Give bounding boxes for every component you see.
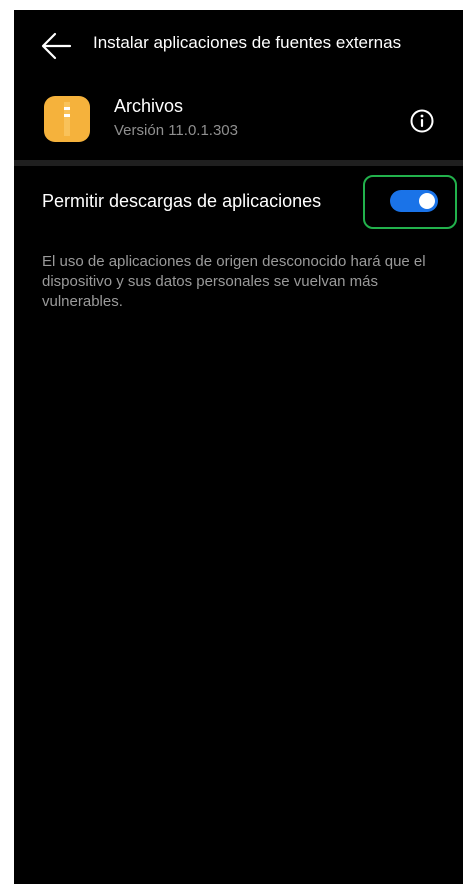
section-divider xyxy=(14,160,463,166)
back-button[interactable] xyxy=(36,26,76,66)
allow-downloads-row[interactable]: Permitir descargas de aplicaciones xyxy=(14,175,463,229)
security-warning-text: El uso de aplicaciones de origen descono… xyxy=(42,253,426,310)
arrow-left-icon xyxy=(41,32,72,60)
settings-screen: Instalar aplicaciones de fuentes externa… xyxy=(14,10,463,884)
allow-downloads-label: Permitir descargas de aplicaciones xyxy=(42,191,322,211)
info-circle-icon xyxy=(410,109,434,133)
page-title: Instalar aplicaciones de fuentes externa… xyxy=(93,33,402,52)
app-name: Archivos xyxy=(114,96,184,116)
allow-downloads-toggle[interactable] xyxy=(390,190,438,212)
top-app-bar: Instalar aplicaciones de fuentes externa… xyxy=(14,10,463,78)
app-info-button[interactable] xyxy=(409,108,435,134)
app-info-row: Archivos Versión 11.0.1.303 xyxy=(14,88,463,158)
toggle-knob xyxy=(419,193,435,209)
app-version: Versión 11.0.1.303 xyxy=(114,122,238,139)
folder-zip-icon xyxy=(44,96,90,142)
